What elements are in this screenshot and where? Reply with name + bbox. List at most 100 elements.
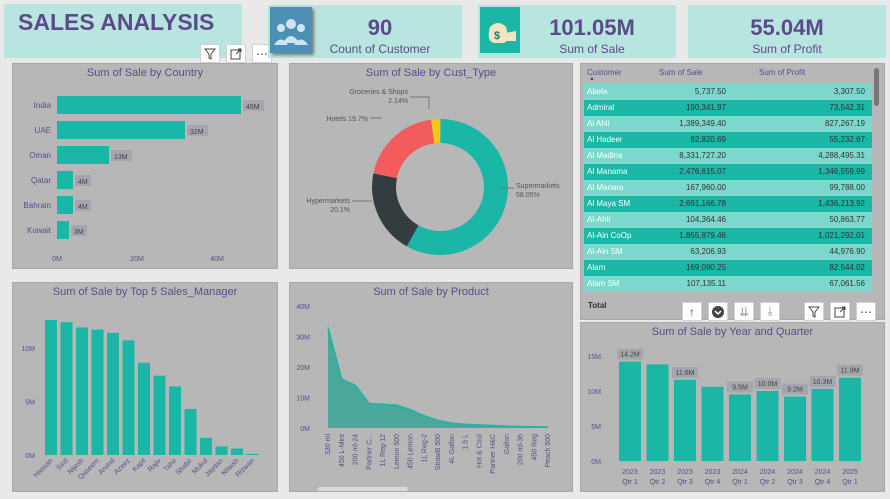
x-category-label: Qtr 4 <box>705 479 721 486</box>
profit-cell: 1,021,292.01 <box>818 231 865 240</box>
slice-label: Supermarkets <box>516 183 560 190</box>
profit-cell: 82,544.02 <box>829 263 865 272</box>
more-options-button[interactable]: ⋯ <box>856 302 876 321</box>
x-category-label: 450 Lemon <box>408 434 415 469</box>
donut-slice <box>372 173 419 247</box>
country-bar-chart: India 46M UAE 32M Oman 13M Qatar 4M Bahrain 4M Kuw… <box>23 96 264 263</box>
profit-cell: 50,863.77 <box>829 215 865 224</box>
manager-bar <box>184 408 197 455</box>
bar-category-label: Kuwait <box>27 226 52 235</box>
y-tick-label: 0M <box>300 426 310 433</box>
y-tick-label: 10M <box>21 346 35 353</box>
x-category-label: Qtr 4 <box>815 479 831 486</box>
table-row[interactable]: Alam 169,090.25 82,544.02 <box>584 260 872 276</box>
x-category-label: Qtr 3 <box>677 479 693 486</box>
donut-slice <box>373 119 435 179</box>
table-scrollbar[interactable] <box>874 68 879 106</box>
x-category-label: Lemon 500 <box>394 434 401 469</box>
sort-arrow-icon: ▲ <box>589 76 595 82</box>
table-row[interactable]: Al-Ain SM 63,206.93 44,976.90 <box>584 244 872 260</box>
customer-cell: Al Maya SM <box>587 199 631 208</box>
data-label: 9.2M <box>787 387 803 394</box>
data-label: 3M <box>74 229 84 236</box>
chart-sale-by-custtype[interactable]: Sum of Sale by Cust_Type Supermarkets 58.… <box>289 63 573 269</box>
table-row[interactable]: Alam SM 107,135.11 67,061.56 <box>584 276 872 292</box>
slice-label: 2.14% <box>388 98 408 105</box>
expand-next-level-button[interactable]: ⇊ <box>734 302 754 321</box>
x-category-label: 450 L-Mint <box>339 434 346 467</box>
manager-bar <box>153 375 166 455</box>
chart-sale-by-country[interactable]: Sum of Sale by Country India 46M UAE 32M Oma… <box>12 63 278 269</box>
x-category-label: 2024 <box>732 469 748 476</box>
x-category-label: Partner H&C <box>490 434 497 474</box>
filter-icon <box>808 306 820 318</box>
focus-mode-button[interactable] <box>226 44 246 63</box>
sale-cell: 5,737.50 <box>694 87 726 96</box>
filter-button[interactable] <box>804 302 824 321</box>
filter-button[interactable] <box>200 44 220 63</box>
slice-label: 20.1% <box>330 207 350 214</box>
table-row[interactable]: Al Maya SM 2,691,166.78 1,436,213.92 <box>584 196 872 212</box>
table-row[interactable]: Al Manara 167,960.00 99,788.00 <box>584 180 872 196</box>
manager-bar <box>107 332 119 455</box>
x-category-label: Qtr 2 <box>650 479 666 486</box>
col-header-sale[interactable]: Sum of Sale <box>659 68 703 77</box>
kpi-value: 90 <box>367 15 393 40</box>
table-row[interactable]: Al Madina 8,331,727.20 4,288,495.31 <box>584 148 872 164</box>
x-category-label: 2024 <box>787 469 803 476</box>
total-label: Total <box>588 301 607 310</box>
x-category-label: Shabir <box>175 457 195 477</box>
bar-category-label: Qatar <box>31 176 51 185</box>
drill-down-button[interactable] <box>708 302 728 321</box>
x-category-label: Azeez <box>113 457 132 476</box>
data-label: 4M <box>78 204 88 211</box>
customer-cell: Alam SM <box>587 279 620 288</box>
slice-label: Groceries & Shops <box>349 89 408 96</box>
table-row[interactable]: Abela 5,737.50 3,307.50 <box>584 84 872 100</box>
kpi-label: Sum of Profit <box>752 42 822 56</box>
manager-bar <box>169 386 181 455</box>
bar-category-label: Oman <box>29 151 51 160</box>
table-row[interactable]: Admiral 190,341.97 73,542.31 <box>584 100 872 116</box>
chart-sale-by-manager[interactable]: Sum of Sale by Top 5 Sales_Manager 0M 5M 1… <box>12 282 278 492</box>
x-category-label: Arvind <box>97 457 116 476</box>
x-category-label: Rajiv <box>147 457 163 473</box>
custtype-donut-chart: Supermarkets 58.05% Hypermarkets 20.1% Hotel… <box>306 89 560 255</box>
quarter-bar <box>756 391 779 461</box>
sale-cell: 167,960.00 <box>685 183 726 192</box>
table-row[interactable]: Al Ahli 1,389,349.40 827,267.19 <box>584 116 872 132</box>
quarter-bar <box>839 377 861 461</box>
table-row[interactable]: Al Manama 2,476,615.07 1,346,559.99 <box>584 164 872 180</box>
table-row[interactable]: Al Hadeer 92,820.69 55,232.67 <box>584 132 872 148</box>
sale-cell: 1,855,879.46 <box>679 231 726 240</box>
svg-text:$: $ <box>494 30 500 42</box>
chart-sale-by-year-quarter[interactable]: Sum of Sale by Year and Quarter 0M 5M 10M 1… <box>580 322 885 492</box>
chart-sale-by-product[interactable]: Sum of Sale by Product 0M 10M 20M 30M 40M 330… <box>289 282 573 492</box>
sale-cell: 107,135.11 <box>686 279 726 288</box>
data-label: 10.0M <box>758 381 778 388</box>
col-header-profit[interactable]: Sum of Profit <box>759 68 805 77</box>
x-category-label: Qtr 1 <box>622 479 638 486</box>
x-category-label: 4L Gallon <box>449 434 456 464</box>
y-tick-label: 20M <box>296 365 310 372</box>
drill-up-button[interactable]: ↑ <box>682 302 702 321</box>
x-category-label: 2023 <box>705 469 721 476</box>
x-category-label: Qtr 2 <box>760 479 776 486</box>
product-area-chart: 0M 10M 20M 30M 40M 330 ml 450 L-Mint 200 ml-24 P… <box>296 304 552 474</box>
x-category-label: StrawB 500 <box>435 434 442 470</box>
x-category-label: 330 ml <box>325 434 332 455</box>
expand-hierarchy-button[interactable]: ⤓ <box>760 302 780 321</box>
slice-label: 58.05% <box>516 192 540 199</box>
customer-cell: Al Manama <box>587 167 628 176</box>
country-bar <box>57 121 185 139</box>
quarter-bar <box>646 364 669 461</box>
focus-mode-button[interactable] <box>830 302 850 321</box>
table-row[interactable]: Al-Ain CoOp 1,855,879.46 1,021,292.01 <box>584 228 872 244</box>
bar-category-label: India <box>34 101 52 110</box>
profit-cell: 44,976.90 <box>829 247 865 256</box>
sale-cell: 92,820.69 <box>690 135 726 144</box>
product-scrollbar[interactable] <box>318 487 408 491</box>
x-category-label: 2023 <box>622 469 638 476</box>
table-row[interactable]: Al-Ahli 104,364.46 50,863.77 <box>584 212 872 228</box>
country-bar <box>57 96 241 114</box>
